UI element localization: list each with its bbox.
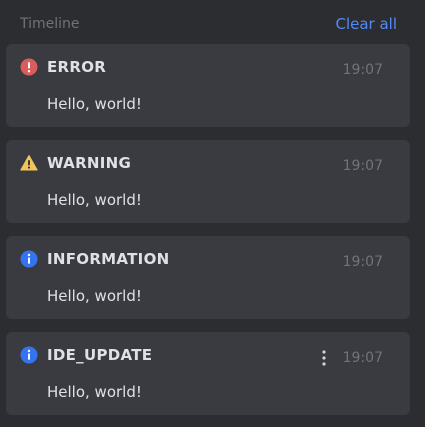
notification-body: Hello, world! <box>47 191 142 209</box>
notification-title: WARNING <box>47 154 132 172</box>
notification-title: ERROR <box>47 58 107 76</box>
info-icon <box>20 346 38 364</box>
notification-title: IDE_UPDATE <box>47 346 153 364</box>
timeline-title: Timeline <box>20 16 80 32</box>
notification-time: 19:07 <box>342 62 383 78</box>
clear-all-link[interactable]: Clear all <box>335 15 397 33</box>
notification-card-ide-update[interactable]: IDE_UPDATE 19:07 Hello, world! <box>6 332 410 415</box>
notification-body: Hello, world! <box>47 383 142 401</box>
notification-card-warning[interactable]: WARNING 19:07 Hello, world! <box>6 140 410 223</box>
more-vertical-icon[interactable] <box>318 348 330 368</box>
notification-time: 19:07 <box>342 350 383 366</box>
notification-card-error[interactable]: ERROR 19:07 Hello, world! <box>6 44 410 127</box>
notification-title: INFORMATION <box>47 250 170 268</box>
notification-time: 19:07 <box>342 254 383 270</box>
notification-body: Hello, world! <box>47 287 142 305</box>
timeline-header: Timeline Clear all <box>0 0 425 44</box>
notification-body: Hello, world! <box>47 95 142 113</box>
warning-icon <box>20 154 38 172</box>
error-icon <box>20 58 38 76</box>
info-icon <box>20 250 38 268</box>
notification-time: 19:07 <box>342 158 383 174</box>
notification-card-information[interactable]: INFORMATION 19:07 Hello, world! <box>6 236 410 319</box>
